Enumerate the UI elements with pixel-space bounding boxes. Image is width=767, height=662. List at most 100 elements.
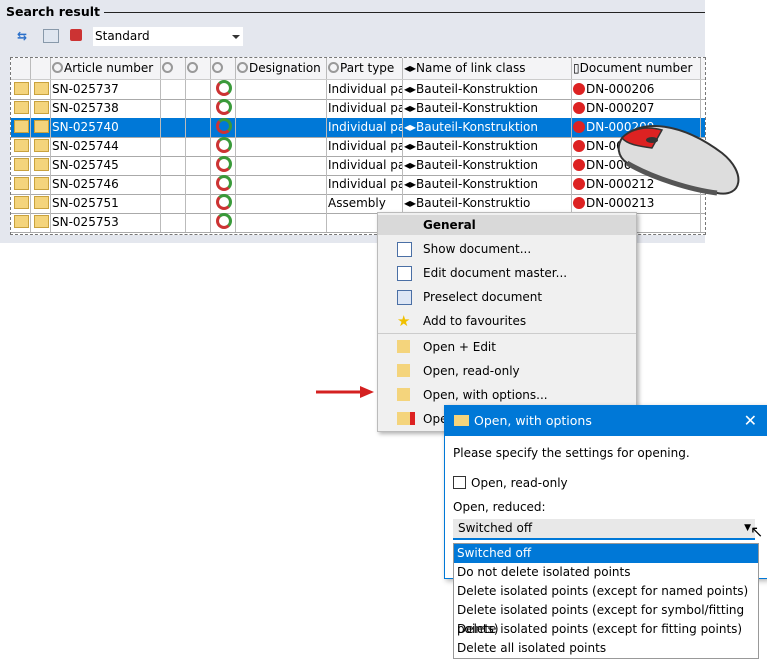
view-select[interactable]: Standard bbox=[93, 27, 243, 46]
refresh-icon[interactable]: ⇆ bbox=[17, 29, 35, 45]
menu-item[interactable]: Open, with options... bbox=[378, 383, 636, 407]
export-icon[interactable] bbox=[70, 29, 82, 41]
mouse-icon bbox=[617, 125, 740, 196]
article-cell: SN-025740 bbox=[51, 118, 161, 137]
folder-edit-icon bbox=[34, 177, 49, 190]
row-icon-cell bbox=[11, 175, 31, 194]
link-icon: ◂▸ bbox=[404, 101, 417, 115]
table-row[interactable]: SN-025751 Assembly ◂▸Bauteil-Konstruktio… bbox=[11, 194, 705, 214]
chevron-down-icon[interactable] bbox=[232, 35, 240, 43]
row-icon-cell bbox=[11, 118, 31, 137]
link-icon: ◂▸ bbox=[404, 139, 417, 153]
table-row[interactable]: SN-025738 Individual par ◂▸Bauteil-Konst… bbox=[11, 99, 705, 119]
column-header-document[interactable]: ▯Document number bbox=[572, 58, 701, 79]
table-row[interactable]: SN-025744 Individual par ◂▸Bauteil-Konst… bbox=[11, 137, 705, 157]
reduced-label: Open, reduced: bbox=[453, 500, 546, 514]
menu-item[interactable]: Open, read-only bbox=[378, 359, 636, 383]
folder-edit-icon bbox=[34, 196, 49, 209]
menu-separator bbox=[378, 333, 636, 334]
empty-cell bbox=[186, 194, 211, 213]
folder-icon bbox=[397, 388, 410, 401]
empty-cell bbox=[186, 156, 211, 175]
designation-cell bbox=[236, 175, 327, 194]
table-view-icon[interactable] bbox=[43, 29, 59, 43]
readonly-label: Open, read-only bbox=[471, 476, 568, 490]
link-class-cell: ◂▸Bauteil-Konstruktio bbox=[403, 194, 572, 213]
row-icon-cell bbox=[11, 137, 31, 156]
dialog-titlebar: Open, with options ✕ bbox=[445, 406, 767, 436]
designation-cell bbox=[236, 137, 327, 156]
column-header-part-type[interactable]: Part type bbox=[327, 58, 403, 79]
document-icon bbox=[397, 242, 412, 257]
readonly-checkbox-row[interactable]: Open, read-only bbox=[453, 476, 568, 490]
context-menu: General Show document... Edit document ma… bbox=[377, 212, 637, 432]
folder-icon bbox=[454, 415, 469, 426]
empty-cell bbox=[186, 99, 211, 118]
dropdown-option[interactable]: Do not delete isolated points bbox=[454, 563, 758, 582]
table-row[interactable]: SN-025746 Individual par ◂▸Bauteil-Konst… bbox=[11, 175, 705, 195]
folder-lock-icon bbox=[14, 196, 29, 209]
dropdown-option[interactable]: Delete isolated points (except for named… bbox=[454, 582, 758, 601]
empty-cell bbox=[161, 118, 186, 137]
row-icon-cell bbox=[11, 194, 31, 213]
menu-item[interactable]: ★ Add to favourites bbox=[378, 309, 636, 333]
designation-cell bbox=[236, 194, 327, 213]
folder-lock-icon bbox=[14, 139, 29, 152]
folder-lock-icon bbox=[397, 364, 410, 377]
reduced-select[interactable]: Switched off ▼ bbox=[453, 519, 755, 540]
column-header-gear[interactable] bbox=[211, 58, 236, 79]
row-icon-cell bbox=[31, 194, 51, 213]
cycle-icon bbox=[216, 194, 232, 210]
link-class-cell: ◂▸Bauteil-Konstruktion bbox=[403, 137, 572, 156]
cycle-icon bbox=[216, 156, 232, 172]
link-icon: ◂▸ bbox=[404, 61, 417, 75]
cycle-icon bbox=[216, 118, 232, 134]
dropdown-option[interactable]: Switched off bbox=[454, 544, 758, 563]
folder-lock-icon bbox=[14, 101, 29, 114]
row-icon-cell bbox=[31, 137, 51, 156]
table-row[interactable]: SN-025737 Individual par ◂▸Bauteil-Konst… bbox=[11, 80, 705, 100]
folder-edit-icon bbox=[34, 139, 49, 152]
readonly-checkbox[interactable] bbox=[453, 476, 466, 489]
part-type-cell: Individual par bbox=[327, 156, 403, 175]
part-type-cell: Individual par bbox=[327, 80, 403, 99]
dropdown-option[interactable]: Delete all isolated points bbox=[454, 639, 758, 658]
gear-icon bbox=[212, 62, 223, 73]
document-type-icon bbox=[573, 197, 585, 209]
table-row[interactable]: SN-025745 Individual par ◂▸Bauteil-Konst… bbox=[11, 156, 705, 176]
row-icon-cell bbox=[31, 175, 51, 194]
menu-item[interactable]: Show document... bbox=[378, 237, 636, 261]
close-button[interactable]: ✕ bbox=[744, 406, 757, 436]
designation-cell bbox=[236, 80, 327, 99]
dropdown-option[interactable]: Delete isolated points (except for symbo… bbox=[454, 601, 758, 636]
red-arrow-icon bbox=[316, 386, 374, 398]
menu-item[interactable]: Preselect document bbox=[378, 285, 636, 309]
article-cell: SN-025737 bbox=[51, 80, 161, 99]
menu-item[interactable]: Open + Edit bbox=[378, 335, 636, 359]
gear-icon bbox=[237, 62, 248, 73]
column-header-link-class[interactable]: ◂▸Name of link class bbox=[403, 58, 572, 79]
cycle-icon bbox=[216, 213, 232, 229]
article-cell: SN-025746 bbox=[51, 175, 161, 194]
document-type-icon bbox=[573, 159, 585, 171]
column-header-icon2[interactable] bbox=[31, 58, 51, 79]
empty-cell bbox=[161, 80, 186, 99]
empty-cell bbox=[161, 175, 186, 194]
preselect-document-icon bbox=[397, 290, 412, 305]
table-row[interactable]: SN-025740 Individual par ◂▸Bauteil-Konst… bbox=[11, 118, 705, 138]
status-cell bbox=[211, 137, 236, 156]
column-header-article[interactable]: Article number bbox=[51, 58, 161, 79]
column-header-designation[interactable]: Designation bbox=[236, 58, 327, 79]
link-class-cell: ◂▸Bauteil-Konstruktion bbox=[403, 80, 572, 99]
column-header-icon1[interactable] bbox=[11, 58, 31, 79]
column-header-gear[interactable] bbox=[161, 58, 186, 79]
row-icon-cell bbox=[31, 118, 51, 137]
dropdown-option[interactable]: Delete isolated points (except for fitti… bbox=[454, 620, 758, 639]
column-header-gear[interactable] bbox=[186, 58, 211, 79]
folder-lock-icon bbox=[14, 215, 29, 228]
cursor-icon: ↖ bbox=[750, 522, 764, 541]
document-type-icon bbox=[573, 140, 585, 152]
menu-item[interactable]: Edit document master... bbox=[378, 261, 636, 285]
link-class-cell: ◂▸Bauteil-Konstruktion bbox=[403, 175, 572, 194]
status-cell bbox=[211, 80, 236, 99]
